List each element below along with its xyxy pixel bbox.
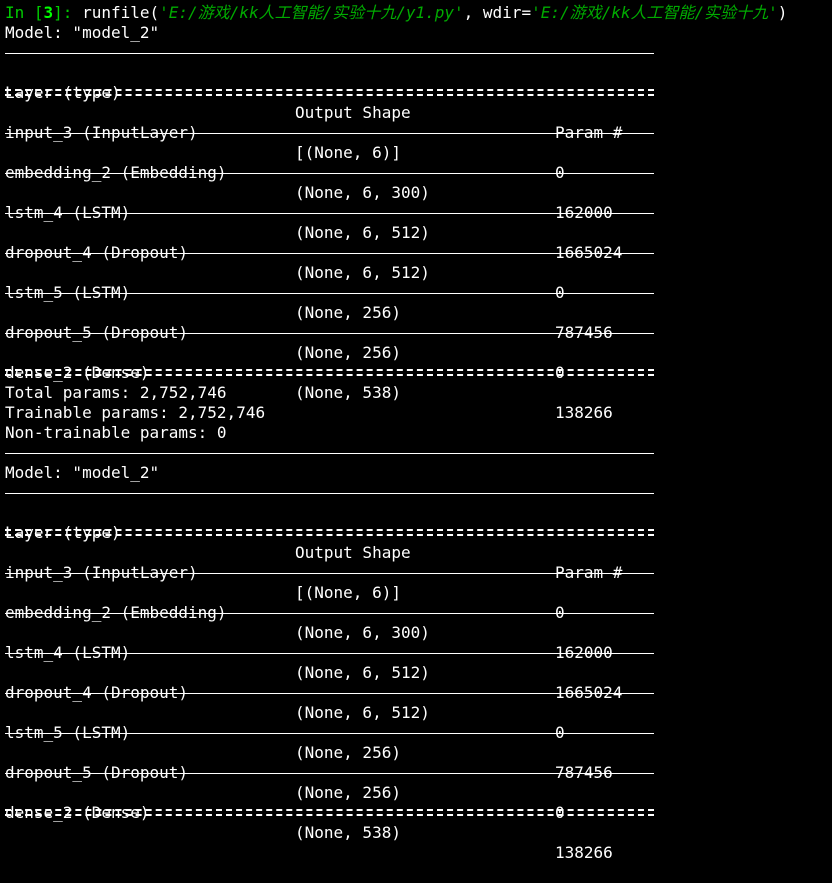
rule-single [5,763,654,783]
table-row: lstm_4 (LSTM) (None, 6, 512) 1665024 [5,623,654,702]
rule-single [5,123,654,143]
rule-single [5,683,654,703]
rule-single [5,243,654,263]
rule-single [5,443,654,463]
command-sep: , wdir= [463,3,532,22]
prompt-label: In [5,3,25,22]
prompt-number: 3 [43,3,54,22]
table-row: lstm_5 (LSTM) (None, 256) 787456 [5,703,654,782]
model-line: Model: "model_2" [5,23,160,42]
rule-double [5,83,654,103]
shape-cell: (None, 538) [295,823,401,842]
prompt-open-bracket: [ [24,3,44,22]
command-func: runfile( [82,3,160,22]
table-row: input_3 (InputLayer) [(None, 6)] 0 [5,543,654,622]
rule-double [5,363,654,383]
table-row: lstm_4 (LSTM) (None, 6, 512) 1665024 [5,183,654,262]
trainable-params: Trainable params: 2,752,746 [5,403,266,422]
rule-single [5,603,654,623]
table-row: dense_2 (Dense) (None, 538) 138266 [5,343,654,422]
table-row: dropout_5 (Dropout) (None, 256) 0 [5,743,654,822]
rule-single [5,163,654,183]
table-row: embedding_2 (Embedding) (None, 6, 300) 1… [5,583,654,662]
param-cell: 138266 [555,843,613,862]
command-wdir-arg: 'E:/游戏/kk人工智能/实验十九' [531,3,778,22]
input-prompt-line[interactable]: In [3]: runfile('E:/游戏/kk人工智能/实验十九/y1.py… [5,3,832,23]
command-file-arg: 'E:/游戏/kk人工智能/实验十九/y1.py' [159,3,464,22]
table-header: Layer (type) Output Shape Param # [5,503,654,582]
model-line: Model: "model_2" [5,463,160,482]
command-end: ) [777,3,788,22]
total-params: Total params: 2,752,746 [5,383,227,402]
rule-single [5,323,654,343]
rule-single [5,203,654,223]
rule-double [5,523,654,543]
non-trainable-params: Non-trainable params: 0 [5,423,227,442]
rule-single [5,723,654,743]
rule-single [5,483,654,503]
rule-single [5,643,654,663]
table-row: lstm_5 (LSTM) (None, 256) 787456 [5,263,654,342]
table-row: dropout_4 (Dropout) (None, 6, 512) 0 [5,223,654,302]
table-row: input_3 (InputLayer) [(None, 6)] 0 [5,103,654,182]
rule-single [5,43,654,63]
prompt-close-bracket: ]: [53,3,83,22]
table-row: dropout_4 (Dropout) (None, 6, 512) 0 [5,663,654,742]
table-row: dropout_5 (Dropout) (None, 256) 0 [5,303,654,382]
table-row: dense_2 (Dense) (None, 538) 138266 [5,783,654,862]
shape-cell: (None, 538) [295,383,401,402]
table-row: embedding_2 (Embedding) (None, 6, 300) 1… [5,143,654,222]
rule-double [5,803,654,823]
rule-single [5,283,654,303]
ipython-console: In [3]: runfile('E:/游戏/kk人工智能/实验十九/y1.py… [5,3,832,862]
rule-single [5,563,654,583]
table-header: Layer (type) Output Shape Param # [5,63,654,142]
param-cell: 138266 [555,403,613,422]
